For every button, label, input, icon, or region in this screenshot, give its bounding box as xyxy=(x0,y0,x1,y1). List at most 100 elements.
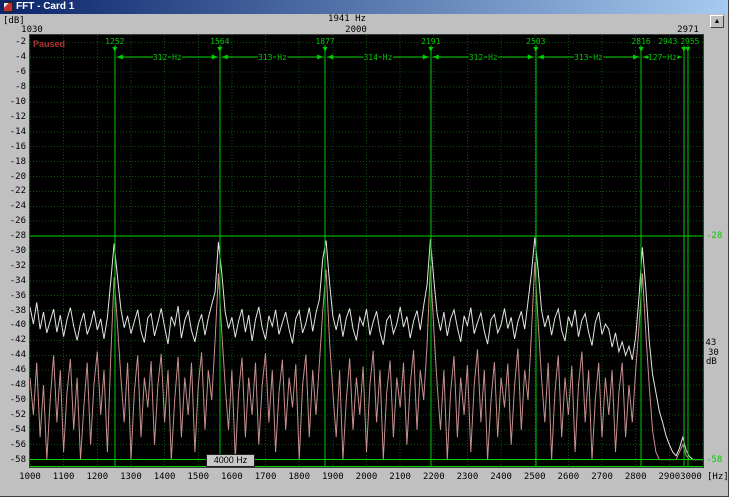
marker-frequency-label: 2503 xyxy=(526,37,545,46)
y-tick-label: -12 xyxy=(0,112,26,122)
y-tick-label: -2 xyxy=(0,37,26,47)
y-tick-label: -48 xyxy=(0,380,26,390)
marker-span-label: 127 Hz xyxy=(648,53,677,62)
y-tick-label: -20 xyxy=(0,172,26,182)
marker-arrow-icon xyxy=(323,47,328,52)
x-tick-label: 3000 xyxy=(676,472,706,482)
x-tick-label: 1700 xyxy=(251,472,281,482)
x-tick-label: 1000 xyxy=(15,472,45,482)
level-readout: -43 xyxy=(700,338,716,348)
up-arrow-icon: ▲ xyxy=(714,18,721,25)
span-arrow-left-icon xyxy=(117,55,123,60)
y-tick-label: -38 xyxy=(0,306,26,316)
y-tick-label: -42 xyxy=(0,335,26,345)
y-tick-label: -18 xyxy=(0,157,26,167)
marker-span-label: 312 Hz xyxy=(469,53,498,62)
y-tick-label: -36 xyxy=(0,291,26,301)
marker-arrow-icon xyxy=(681,47,686,52)
cursor-db-label: -28 xyxy=(706,231,722,241)
x-tick-label: 2800 xyxy=(621,472,651,482)
marker-arrow-icon xyxy=(533,47,538,52)
y-tick-label: -32 xyxy=(0,261,26,271)
y-tick-label: -56 xyxy=(0,440,26,450)
y-tick-label: -28 xyxy=(0,231,26,241)
y-tick-label: -6 xyxy=(0,67,26,77)
y-tick-label: -10 xyxy=(0,97,26,107)
range-unit-label: dB xyxy=(706,357,717,367)
x-tick-label: 2000 xyxy=(352,472,382,482)
marker-frequency-label: 2955 xyxy=(680,37,699,46)
y-tick-label: -4 xyxy=(0,52,26,62)
app-icon xyxy=(3,2,13,12)
span-arrow-left-icon xyxy=(222,55,228,60)
span-arrow-left-icon xyxy=(327,55,333,60)
mid-frequency-readout: 2000 xyxy=(336,25,376,35)
x-tick-label: 1600 xyxy=(217,472,247,482)
marker-arrow-icon xyxy=(112,47,117,52)
paused-status: Paused xyxy=(33,39,65,49)
cursor-db-label: -58 xyxy=(706,455,722,465)
x-tick-label: 2500 xyxy=(520,472,550,482)
x-tick-label: 1400 xyxy=(150,472,180,482)
marker-arrow-icon xyxy=(685,47,690,52)
x-tick-label: 2700 xyxy=(587,472,617,482)
marker-frequency-label: 2191 xyxy=(421,37,440,46)
left-frequency-readout: 1030 xyxy=(12,25,52,35)
x-tick-label: 1300 xyxy=(116,472,146,482)
center-frequency-readout: 1941 Hz xyxy=(312,14,382,24)
marker-span-label: 312 Hz xyxy=(153,53,182,62)
fft-analyzer-window: FFT - Card 1 [dB] 1941 Hz 1030 2000 2971… xyxy=(0,0,729,497)
y-tick-label: -44 xyxy=(0,350,26,360)
x-tick-label: 2300 xyxy=(452,472,482,482)
x-tick-label: 2600 xyxy=(553,472,583,482)
analyzer-content: [dB] 1941 Hz 1030 2000 2971 ▲ -2-4-6-8-1… xyxy=(0,14,729,497)
y-tick-label: -34 xyxy=(0,276,26,286)
x-tick-label: 2400 xyxy=(486,472,516,482)
span-arrow-right-icon xyxy=(212,55,218,60)
right-frequency-readout: 2971 xyxy=(668,25,708,35)
titlebar[interactable]: FFT - Card 1 xyxy=(0,0,728,14)
span-label: 4000 Hz xyxy=(214,455,248,465)
span-arrow-right-icon xyxy=(423,55,429,60)
scroll-up-button[interactable]: ▲ xyxy=(710,15,724,28)
marker-span-label: 313 Hz xyxy=(574,53,603,62)
y-tick-label: -16 xyxy=(0,142,26,152)
y-tick-label: -8 xyxy=(0,82,26,92)
y-tick-label: -30 xyxy=(0,246,26,256)
span-arrow-left-icon xyxy=(433,55,439,60)
marker-frequency-label: 1877 xyxy=(315,37,334,46)
y-tick-label: -14 xyxy=(0,127,26,137)
x-tick-label: 2200 xyxy=(419,472,449,482)
span-arrow-left-icon xyxy=(538,55,544,60)
x-tick-label: 1900 xyxy=(318,472,348,482)
x-tick-label: 1100 xyxy=(49,472,79,482)
span-indicator[interactable]: 4000 Hz xyxy=(206,454,255,467)
y-tick-label: -52 xyxy=(0,410,26,420)
x-tick-label: 1800 xyxy=(284,472,314,482)
marker-frequency-label: 1252 xyxy=(105,37,124,46)
spectrum-plot[interactable]: 312 Hz 313 Hz 314 Hz 312 Hz 313 Hz 127 Hz 1252… xyxy=(30,35,703,467)
x-tick-label: 1200 xyxy=(82,472,112,482)
marker-arrow-icon xyxy=(428,47,433,52)
span-arrow-right-icon xyxy=(633,55,639,60)
window-title: FFT - Card 1 xyxy=(16,0,74,14)
y-tick-label: -22 xyxy=(0,186,26,196)
marker-frequency-label: 1564 xyxy=(210,37,229,46)
trace-spectrum-main xyxy=(30,238,703,460)
x-unit-label: [Hz] xyxy=(707,472,729,482)
y-tick-label: -50 xyxy=(0,395,26,405)
y-tick-label: -40 xyxy=(0,320,26,330)
x-tick-label: 2100 xyxy=(385,472,415,482)
marker-frequency-label: 2816 xyxy=(631,37,650,46)
y-tick-label: -54 xyxy=(0,425,26,435)
x-tick-label: 1500 xyxy=(183,472,213,482)
y-tick-label: -24 xyxy=(0,201,26,211)
y-tick-label: -46 xyxy=(0,365,26,375)
marker-frequency-label: 2943 xyxy=(658,37,677,46)
marker-arrow-icon xyxy=(639,47,644,52)
marker-span-label: 313 Hz xyxy=(258,53,287,62)
marker-span-label: 314 Hz xyxy=(363,53,392,62)
span-arrow-right-icon xyxy=(528,55,534,60)
span-arrow-right-icon xyxy=(317,55,323,60)
y-tick-label: -26 xyxy=(0,216,26,226)
